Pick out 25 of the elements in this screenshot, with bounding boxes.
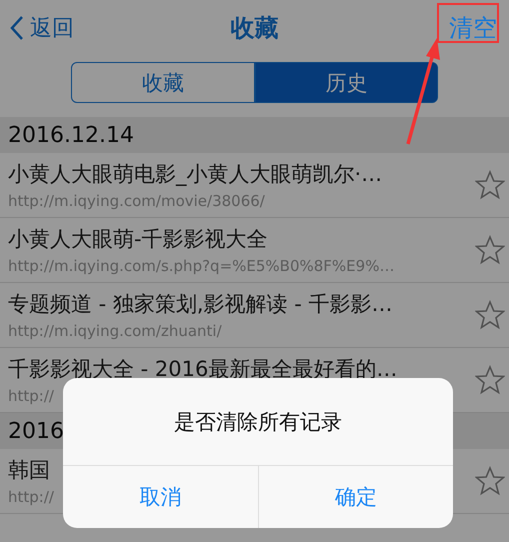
history-url: http:// — [8, 387, 55, 405]
date-label: 2016.12.14 — [8, 122, 134, 148]
history-title[interactable]: 专题频道 - 独家策划,影视解读 - 千影影… — [8, 290, 393, 318]
segment-tab[interactable]: 历史 — [254, 62, 438, 103]
date-label: 2016 — [8, 418, 64, 444]
history-url: http://m.iqying.com/zhuanti/ — [8, 322, 223, 340]
back-button[interactable]: 返回 — [10, 12, 74, 42]
star-icon[interactable] — [475, 235, 505, 265]
dialog-button[interactable]: 取消 — [63, 466, 258, 528]
segment-tab[interactable]: 收藏 — [71, 62, 254, 103]
back-chevron-icon — [10, 14, 24, 40]
history-title[interactable]: 韩国 — [8, 456, 54, 484]
dialog-button[interactable]: 确定 — [258, 466, 453, 528]
star-icon[interactable] — [475, 300, 505, 330]
highlight-box — [437, 3, 499, 43]
history-title[interactable]: 小黄人大眼萌电影_小黄人大眼萌凯尔·… — [8, 160, 382, 188]
history-url: http:// — [8, 488, 54, 506]
star-icon[interactable] — [475, 365, 505, 395]
star-icon[interactable] — [475, 170, 505, 200]
history-url: http://m.iqying.com/s.php?q=%E5%B0%8F%E9%… — [8, 257, 394, 275]
dialog-message: 是否清除所有记录 — [63, 378, 453, 466]
page-title: 收藏 — [230, 12, 278, 44]
history-title[interactable]: 小黄人大眼萌-千影影视大全 — [8, 225, 394, 253]
star-icon[interactable] — [475, 466, 505, 496]
history-url: http://m.iqying.com/movie/38066/ — [8, 192, 266, 210]
